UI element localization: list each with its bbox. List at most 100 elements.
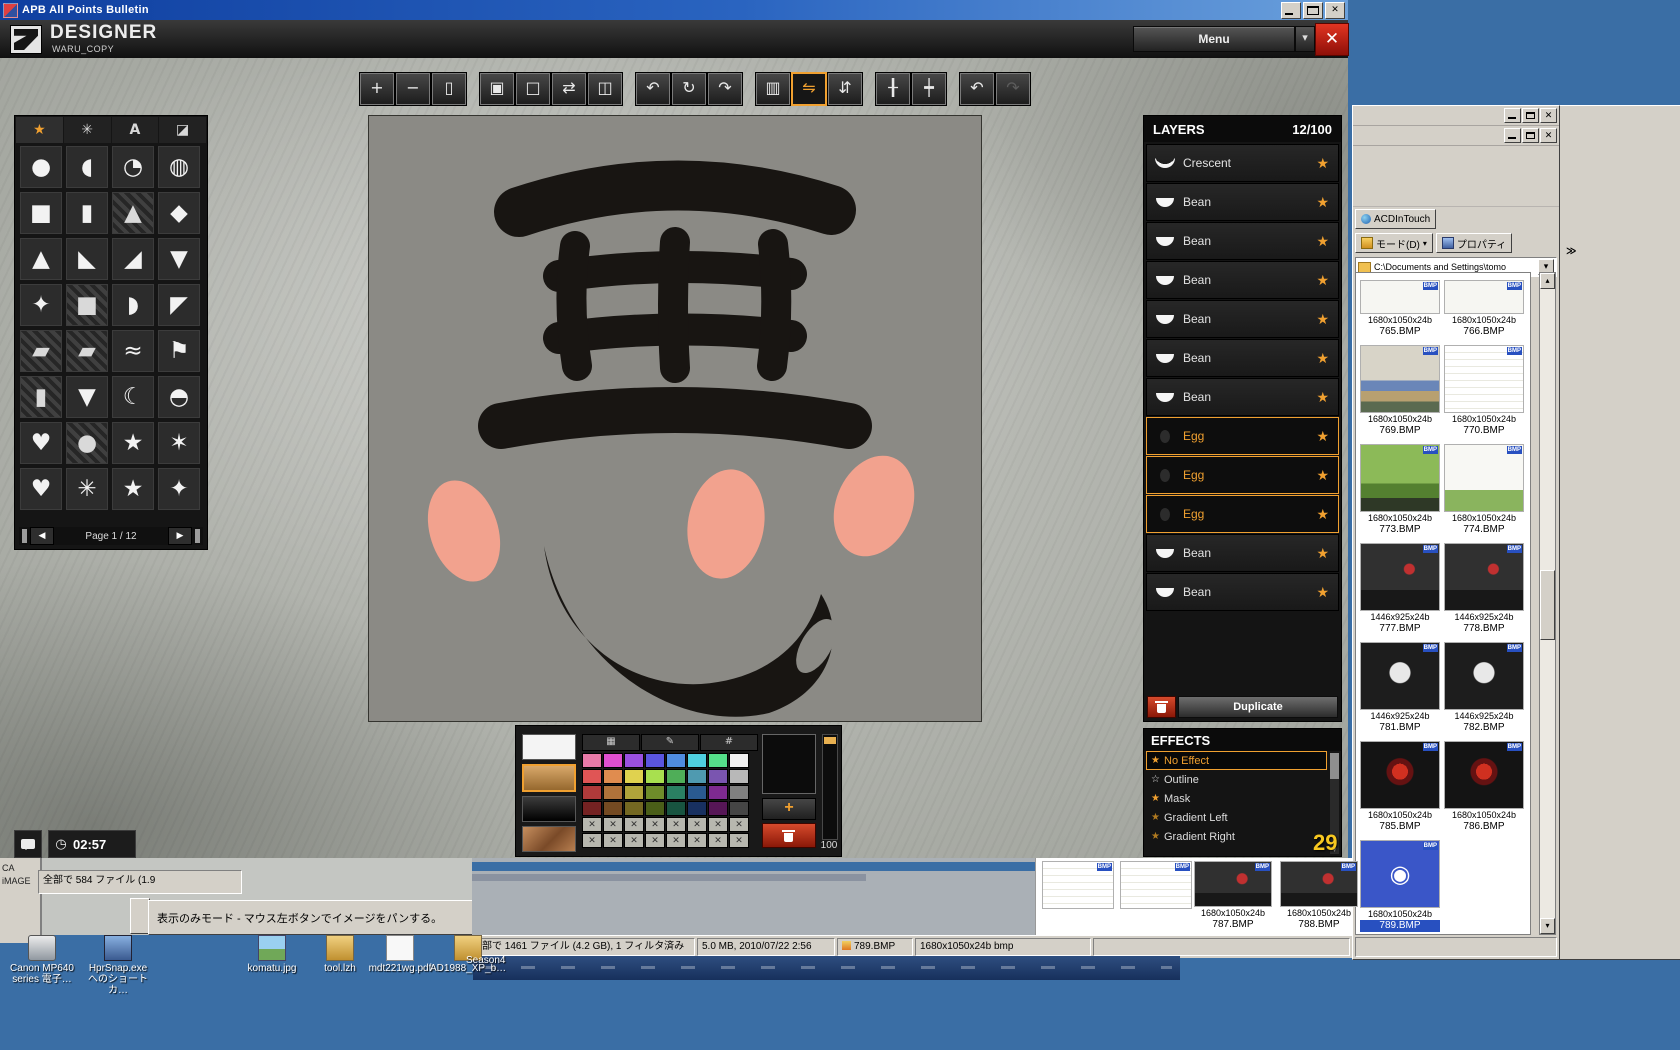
thumbnail[interactable]: BMP 1680x1050x24b 774.BMP	[1444, 444, 1524, 536]
thumbnail-image[interactable]: BMP	[1360, 280, 1440, 314]
mirror-button[interactable]: ◫	[588, 73, 622, 105]
thumbnail-image[interactable]: BMP	[1042, 861, 1114, 909]
palette-color[interactable]	[666, 801, 686, 816]
close-button[interactable]	[1540, 108, 1557, 123]
menu-chevron-button[interactable]	[1295, 26, 1315, 52]
thumbnail-image[interactable]: BMP	[1444, 642, 1524, 710]
thumbnail[interactable]: BMP 1680x1050x24b 789.BMP	[1360, 840, 1440, 932]
palette-color[interactable]	[687, 753, 707, 768]
layer-star-icon[interactable]: ★	[1316, 272, 1329, 289]
flip-horizontal-button[interactable]: ⇋	[792, 73, 826, 105]
shape-cell[interactable]: ◤	[158, 284, 200, 326]
palette-color[interactable]	[603, 801, 623, 816]
palette-color[interactable]	[603, 769, 623, 784]
thumbnail-image[interactable]: BMP	[1360, 543, 1440, 611]
desktop-icon-hprsnap[interactable]: HprSnap.exe へのショートカ…	[80, 935, 156, 996]
thumbnail[interactable]: BMP 1680x1050x24b 787.BMP	[1194, 861, 1272, 931]
layer-row[interactable]: Bean ★	[1146, 573, 1339, 611]
center-horizontal-button[interactable]: ╂	[876, 73, 910, 105]
desktop-icon-mdt221wg-pdf[interactable]: mdt221wg.pdf	[362, 935, 438, 974]
desktop-icon-season4[interactable]: Season4	[466, 955, 505, 966]
previous-page-button[interactable]	[30, 527, 54, 545]
mode-dropdown-button[interactable]: モード(D) ▾	[1355, 233, 1433, 253]
layer-row[interactable]: Egg ★	[1146, 495, 1339, 533]
shape-cell[interactable]: ▲	[20, 238, 62, 280]
shape-cell[interactable]: ▮	[20, 376, 62, 418]
scrollbar-thumb[interactable]	[1330, 753, 1339, 779]
thumbnail-image[interactable]: BMP	[1360, 345, 1440, 413]
palette-color[interactable]	[582, 833, 602, 848]
thumbnail[interactable]: BMP 1446x925x24b 778.BMP	[1444, 543, 1524, 635]
thumbnail-image[interactable]: BMP	[1360, 840, 1440, 908]
shape-cell[interactable]: ◖	[66, 146, 108, 188]
palette-color[interactable]	[645, 769, 665, 784]
palette-color[interactable]	[708, 801, 728, 816]
layer-row[interactable]: Egg ★	[1146, 417, 1339, 455]
palette-color[interactable]	[729, 801, 749, 816]
shape-cell[interactable]: ◓	[158, 376, 200, 418]
maximize-button[interactable]	[1522, 108, 1539, 123]
thumbnail-image[interactable]: BMP	[1444, 444, 1524, 512]
thumbnail-filename[interactable]: 781.BMP	[1360, 722, 1440, 734]
acdintouch-button[interactable]: ACDInTouch	[1355, 209, 1436, 229]
palette-color[interactable]	[687, 801, 707, 816]
thumbnail-image[interactable]: BMP	[1444, 280, 1524, 314]
palette-color[interactable]	[666, 769, 686, 784]
shape-cell[interactable]: ▮	[66, 192, 108, 234]
maximize-button[interactable]	[1303, 2, 1323, 19]
redo-button[interactable]: ↷	[996, 73, 1030, 105]
shape-cell[interactable]: ✦	[158, 468, 200, 510]
thumbnail-image[interactable]: BMP	[1280, 861, 1358, 907]
thumbnail-filename[interactable]: 788.BMP	[1280, 919, 1358, 931]
delete-layer-button[interactable]	[1147, 696, 1176, 718]
thumbnail-filename[interactable]: 765.BMP	[1360, 326, 1440, 338]
palette-color[interactable]	[603, 833, 623, 848]
layer-row[interactable]: Crescent ★	[1146, 144, 1339, 182]
palette-color[interactable]	[645, 833, 665, 848]
palette-color[interactable]	[708, 753, 728, 768]
palette-color[interactable]	[582, 801, 602, 816]
thumbnail-filename[interactable]: 787.BMP	[1194, 919, 1272, 931]
layer-star-icon[interactable]: ★	[1316, 428, 1329, 445]
shape-cell[interactable]: ♥	[20, 468, 62, 510]
palette-color[interactable]	[729, 817, 749, 832]
layer-star-icon[interactable]: ★	[1316, 506, 1329, 523]
minimize-button[interactable]	[1504, 128, 1521, 143]
thumbnail-filename[interactable]: 778.BMP	[1444, 623, 1524, 635]
thumbnail-filename[interactable]: 786.BMP	[1444, 821, 1524, 833]
thumbnail[interactable]: BMP 1680x1050x24b 785.BMP	[1360, 741, 1440, 833]
thumbnail-image[interactable]: BMP	[1360, 444, 1440, 512]
shape-cell[interactable]: ⚑	[158, 330, 200, 372]
menu-button[interactable]: Menu	[1133, 26, 1295, 52]
thumbnail[interactable]: BMP 1446x925x24b 781.BMP	[1360, 642, 1440, 734]
effect-row[interactable]: ★ Gradient Right	[1146, 827, 1327, 846]
palette-color[interactable]	[708, 785, 728, 800]
kanji-top-stroke[interactable]	[519, 185, 831, 212]
layer-row[interactable]: Bean ★	[1146, 300, 1339, 338]
effect-row[interactable]: ★ No Effect	[1146, 751, 1327, 770]
designer-close-button[interactable]	[1315, 23, 1349, 56]
hex-input-tab[interactable]: #	[700, 734, 758, 751]
desktop-icon-canon-mp640[interactable]: Canon MP640 series 電子…	[4, 935, 80, 985]
shape-cell[interactable]: ◗	[112, 284, 154, 326]
layer-star-icon[interactable]: ★	[1316, 584, 1329, 601]
palette-color[interactable]	[666, 817, 686, 832]
shape-cell[interactable]: ✦	[20, 284, 62, 326]
shape-cell[interactable]: ▼	[66, 376, 108, 418]
undo-button[interactable]: ↶	[960, 73, 994, 105]
layer-row[interactable]: Bean ★	[1146, 183, 1339, 221]
thumbnail-filename[interactable]: 770.BMP	[1444, 425, 1524, 437]
thumbnail[interactable]: BMP 1680x1050x24b 770.BMP	[1444, 345, 1524, 437]
palette-color[interactable]	[645, 785, 665, 800]
palette-color[interactable]	[624, 785, 644, 800]
thumbnail-image[interactable]: BMP	[1194, 861, 1272, 907]
design-canvas[interactable]	[368, 115, 982, 722]
thumbnail-image[interactable]: BMP	[1444, 741, 1524, 809]
thumbnail-filename[interactable]: 769.BMP	[1360, 425, 1440, 437]
palette-color[interactable]	[729, 833, 749, 848]
thumbnail-filename[interactable]: 766.BMP	[1444, 326, 1524, 338]
shape-select-button[interactable]: ▯	[432, 73, 466, 105]
layer-star-icon[interactable]: ★	[1316, 233, 1329, 250]
close-button[interactable]	[1325, 2, 1345, 19]
flip-vertical-button[interactable]: ⇵	[828, 73, 862, 105]
